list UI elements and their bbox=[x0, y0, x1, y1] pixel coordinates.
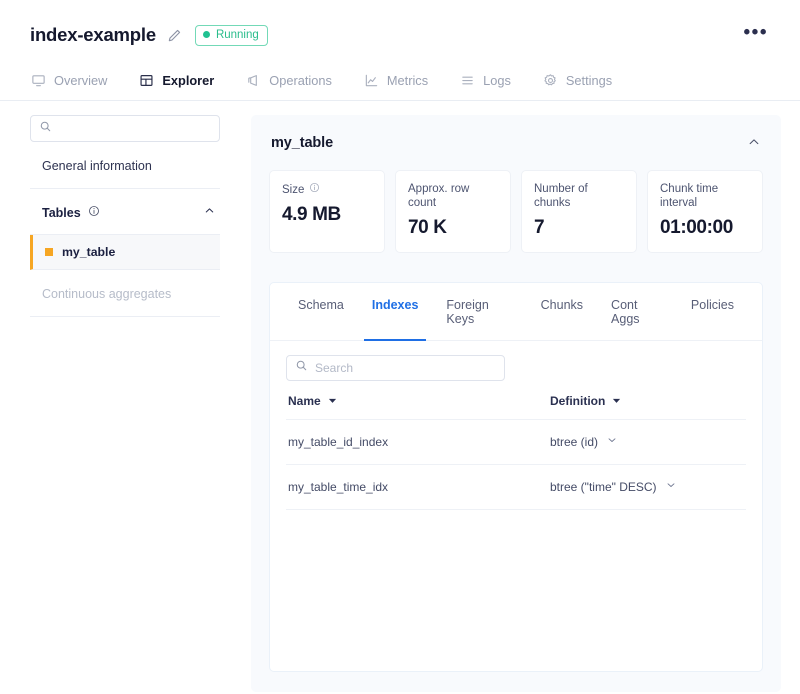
tab-logs[interactable]: Logs bbox=[459, 65, 512, 100]
caret-down-icon[interactable] bbox=[612, 394, 621, 408]
table-detail-panel: my_table Size 4.9 MB bbox=[251, 115, 781, 692]
stat-card-size-label-row: Size bbox=[282, 182, 372, 197]
table-row[interactable]: my_table_id_index btree (id) bbox=[286, 420, 746, 465]
page-header: index-example Running ••• bbox=[0, 0, 800, 48]
more-options-button[interactable]: ••• bbox=[742, 22, 770, 48]
index-definition: btree (id) bbox=[550, 435, 598, 449]
stat-card-row-count-value: 70 K bbox=[408, 217, 498, 239]
sidebar-item-continuous-aggregates[interactable]: Continuous aggregates bbox=[30, 270, 220, 317]
table-row[interactable]: my_table_time_idx btree ("time" DESC) bbox=[286, 465, 746, 510]
tab-operations-label: Operations bbox=[269, 73, 332, 88]
column-header-name[interactable]: Name bbox=[288, 394, 550, 408]
column-header-definition[interactable]: Definition bbox=[550, 394, 744, 408]
stat-card-chunks-label-row: Number of chunks bbox=[534, 182, 624, 210]
tab-metrics[interactable]: Metrics bbox=[363, 65, 429, 100]
stat-cards: Size 4.9 MB Approx. row count 70 K bbox=[269, 170, 763, 253]
index-table: Name Definition my bbox=[286, 394, 746, 510]
tab-chunks[interactable]: Chunks bbox=[527, 283, 597, 340]
panel-collapse-chevron-up-icon[interactable] bbox=[747, 135, 761, 154]
tab-indexes[interactable]: Indexes bbox=[358, 283, 433, 340]
column-header-name-label: Name bbox=[288, 394, 321, 408]
megaphone-icon bbox=[246, 73, 261, 88]
index-search[interactable] bbox=[286, 355, 505, 381]
stat-card-chunks-label: Number of chunks bbox=[534, 182, 624, 210]
chevron-down-icon[interactable] bbox=[665, 479, 677, 494]
monitor-icon bbox=[31, 73, 46, 88]
index-definition-cell: btree ("time" DESC) bbox=[550, 479, 744, 494]
chevron-up-icon[interactable] bbox=[203, 204, 216, 222]
tab-schema[interactable]: Schema bbox=[284, 283, 358, 340]
search-icon bbox=[39, 120, 52, 138]
sidebar-item-my_table-label: my_table bbox=[62, 245, 115, 259]
card-tab-bar: Schema Indexes Foreign Keys Chunks Cont … bbox=[270, 283, 762, 341]
column-header-definition-label: Definition bbox=[550, 394, 605, 408]
sidebar-section-tables[interactable]: Tables bbox=[30, 189, 220, 235]
page-title: index-example bbox=[30, 24, 156, 46]
sidebar-search[interactable] bbox=[30, 115, 220, 142]
panel-title: my_table bbox=[271, 135, 333, 151]
caret-down-icon[interactable] bbox=[328, 394, 337, 408]
chevron-down-icon[interactable] bbox=[606, 434, 618, 449]
table-detail-card: Schema Indexes Foreign Keys Chunks Cont … bbox=[269, 282, 763, 672]
status-badge: Running bbox=[195, 25, 268, 46]
stat-card-chunks: Number of chunks 7 bbox=[521, 170, 637, 253]
index-definition: btree ("time" DESC) bbox=[550, 480, 657, 494]
tab-overview[interactable]: Overview bbox=[30, 65, 108, 100]
chart-line-icon bbox=[364, 73, 379, 88]
status-label: Running bbox=[216, 28, 259, 42]
stat-card-size: Size 4.9 MB bbox=[269, 170, 385, 253]
tab-overview-label: Overview bbox=[54, 73, 107, 88]
sidebar-section-tables-label: Tables bbox=[42, 206, 81, 220]
tab-settings[interactable]: Settings bbox=[542, 65, 613, 100]
status-dot-icon bbox=[203, 31, 210, 38]
index-search-input[interactable] bbox=[315, 361, 496, 375]
tab-policies[interactable]: Policies bbox=[677, 283, 748, 340]
stat-card-chunk-time-interval-label: Chunk time interval bbox=[660, 182, 750, 210]
tab-settings-label: Settings bbox=[566, 73, 612, 88]
pencil-icon[interactable] bbox=[167, 27, 183, 43]
stat-card-chunk-time-interval: Chunk time interval 01:00:00 bbox=[647, 170, 763, 253]
index-definition-cell: btree (id) bbox=[550, 434, 744, 449]
stat-card-chunks-value: 7 bbox=[534, 217, 624, 239]
body-wrapper: General information Tables my_table Cont… bbox=[0, 101, 800, 692]
tab-cont-aggs[interactable]: Cont Aggs bbox=[597, 283, 677, 340]
card-body: Name Definition my bbox=[270, 341, 762, 510]
stat-card-size-label: Size bbox=[282, 183, 304, 197]
tab-explorer-label: Explorer bbox=[162, 73, 214, 88]
tab-metrics-label: Metrics bbox=[387, 73, 428, 88]
index-name: my_table_id_index bbox=[288, 435, 550, 449]
index-name: my_table_time_idx bbox=[288, 480, 550, 494]
stat-card-size-value: 4.9 MB bbox=[282, 204, 372, 226]
search-icon bbox=[295, 359, 308, 377]
tab-foreign-keys[interactable]: Foreign Keys bbox=[432, 283, 526, 340]
sidebar-item-my_table[interactable]: my_table bbox=[30, 235, 220, 270]
index-table-header: Name Definition bbox=[286, 394, 746, 420]
stat-card-row-count-label: Approx. row count bbox=[408, 182, 498, 210]
table-square-icon bbox=[45, 248, 53, 256]
tab-explorer[interactable]: Explorer bbox=[138, 65, 215, 100]
panel-header: my_table bbox=[269, 133, 763, 154]
tab-operations[interactable]: Operations bbox=[245, 65, 333, 100]
stat-card-row-count-label-row: Approx. row count bbox=[408, 182, 498, 210]
tab-logs-label: Logs bbox=[483, 73, 511, 88]
stat-card-chunk-time-interval-value: 01:00:00 bbox=[660, 217, 750, 239]
list-icon bbox=[460, 73, 475, 88]
gear-icon bbox=[543, 73, 558, 88]
info-icon[interactable] bbox=[309, 182, 320, 197]
sidebar-item-general-information[interactable]: General information bbox=[30, 142, 220, 189]
stat-card-chunk-time-interval-label-row: Chunk time interval bbox=[660, 182, 750, 210]
sidebar: General information Tables my_table Cont… bbox=[30, 115, 220, 692]
sidebar-search-input[interactable] bbox=[59, 122, 211, 136]
stat-card-row-count: Approx. row count 70 K bbox=[395, 170, 511, 253]
main-tab-bar: Overview Explorer Operations Metrics bbox=[0, 65, 800, 101]
info-icon[interactable] bbox=[88, 204, 100, 222]
table-icon bbox=[139, 73, 154, 88]
